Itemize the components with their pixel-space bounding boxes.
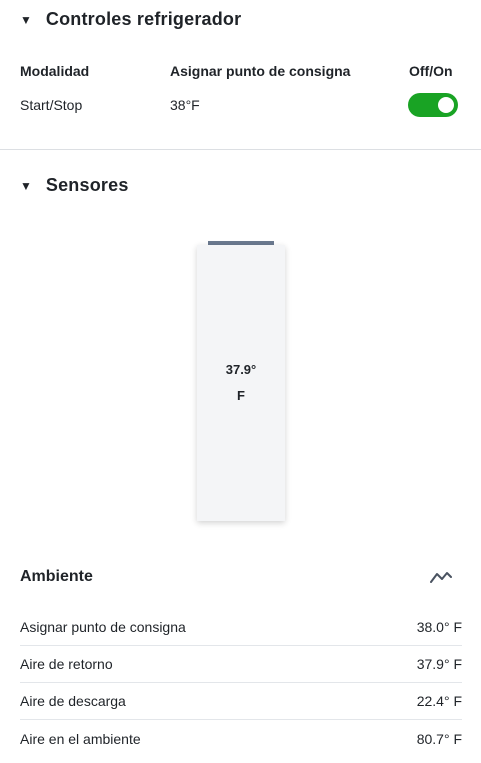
trend-line-icon[interactable]: [430, 570, 452, 584]
mode-value: Start/Stop: [20, 97, 83, 113]
sensor-reading-card: 37.9° F: [197, 245, 285, 521]
ambient-row-value: 22.4° F: [416, 693, 462, 709]
ambient-row: Aire de retorno 37.9° F: [20, 646, 462, 683]
power-toggle[interactable]: [408, 93, 458, 117]
ambient-row: Aire en el ambiente 80.7° F: [20, 720, 462, 757]
sensor-reading-unit: F: [237, 388, 245, 403]
ambient-row-label: Aire de retorno: [20, 656, 113, 672]
caret-down-icon: ▼: [20, 12, 32, 27]
ambient-title: Ambiente: [20, 568, 93, 585]
ambient-row-label: Asignar punto de consigna: [20, 619, 186, 635]
sensors-section-header[interactable]: ▼ Sensores: [20, 175, 129, 196]
ambient-row-label: Aire en el ambiente: [20, 730, 141, 747]
ambient-row-value: 38.0° F: [416, 619, 462, 635]
ambient-row-label: Aire de descarga: [20, 693, 126, 709]
ambient-row: Aire de descarga 22.4° F: [20, 683, 462, 720]
setpoint-value: 38°F: [170, 97, 200, 113]
caret-down-icon: ▼: [20, 178, 32, 193]
sensor-reading-value: 37.9°: [225, 362, 257, 377]
sensors-section-title: Sensores: [45, 175, 129, 195]
section-divider: [0, 149, 481, 150]
onoff-column-header: Off/On: [409, 63, 453, 79]
mode-column-header: Modalidad: [20, 63, 90, 79]
setpoint-column-header: Asignar punto de consigna: [170, 63, 351, 79]
ambient-row-value: 37.9° F: [416, 656, 462, 672]
controls-section-header[interactable]: ▼ Controles refrigerador: [20, 9, 241, 30]
controls-section-title: Controles refrigerador: [45, 9, 242, 29]
ambient-row-value: 80.7° F: [416, 730, 462, 747]
toggle-knob: [438, 97, 454, 113]
ambient-row: Asignar punto de consigna 38.0° F: [20, 609, 462, 646]
